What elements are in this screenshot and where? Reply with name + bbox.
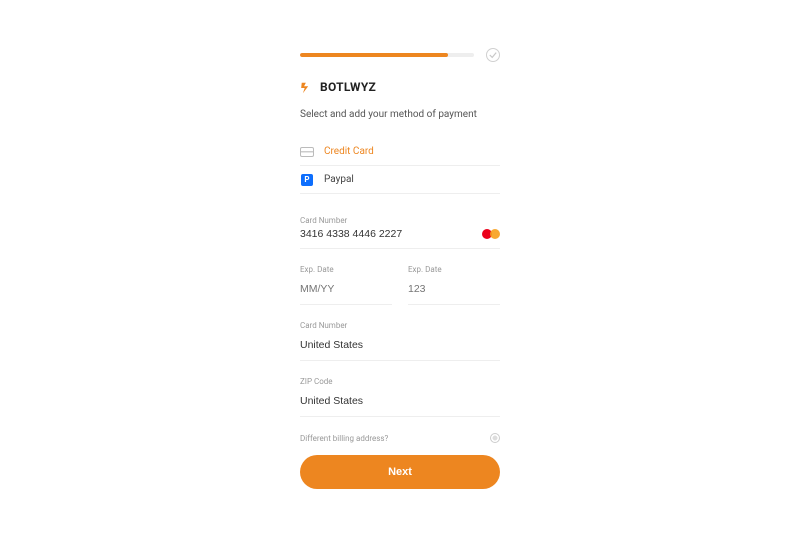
cvv-input[interactable] (408, 283, 500, 295)
method-paypal[interactable]: P Paypal (300, 166, 500, 194)
billing-question-label: Different billing address? (300, 434, 388, 443)
field-country: Card Number (300, 315, 500, 361)
subtitle: Select and add your method of payment (300, 108, 500, 122)
zip-input[interactable] (300, 395, 500, 407)
progress-track (300, 53, 474, 57)
field-label: Card Number (300, 321, 500, 330)
field-cvv: Exp. Date (408, 259, 500, 305)
payment-form: BOTLWYZ Select and add your method of pa… (300, 48, 500, 552)
mastercard-icon (482, 228, 500, 240)
billing-address-row[interactable]: Different billing address? (300, 433, 500, 443)
method-label: Credit Card (324, 146, 374, 157)
field-zip: ZIP Code (300, 371, 500, 417)
progress-check-icon (486, 48, 500, 62)
method-label: Paypal (324, 174, 354, 185)
exp-date-input[interactable] (300, 283, 392, 295)
field-card-number: Card Number (300, 210, 500, 249)
fields-section: Card Number Exp. Date Exp. Date Card Num… (300, 210, 500, 427)
method-credit-card[interactable]: Credit Card (300, 138, 500, 166)
brand-row: BOTLWYZ (300, 80, 500, 94)
brand-name: BOTLWYZ (320, 80, 376, 94)
card-number-input[interactable] (300, 228, 482, 240)
credit-card-icon (300, 147, 314, 157)
field-label: Exp. Date (408, 265, 500, 274)
progress-fill (300, 53, 448, 57)
progress-row (300, 48, 500, 62)
country-input[interactable] (300, 339, 500, 351)
paypal-icon: P (300, 175, 314, 185)
field-exp-date: Exp. Date (300, 259, 392, 305)
brand-logo-icon (300, 80, 314, 94)
billing-radio-icon[interactable] (490, 433, 500, 443)
field-label: ZIP Code (300, 377, 500, 386)
next-button[interactable]: Next (300, 455, 500, 489)
field-label: Card Number (300, 216, 500, 225)
field-label: Exp. Date (300, 265, 392, 274)
